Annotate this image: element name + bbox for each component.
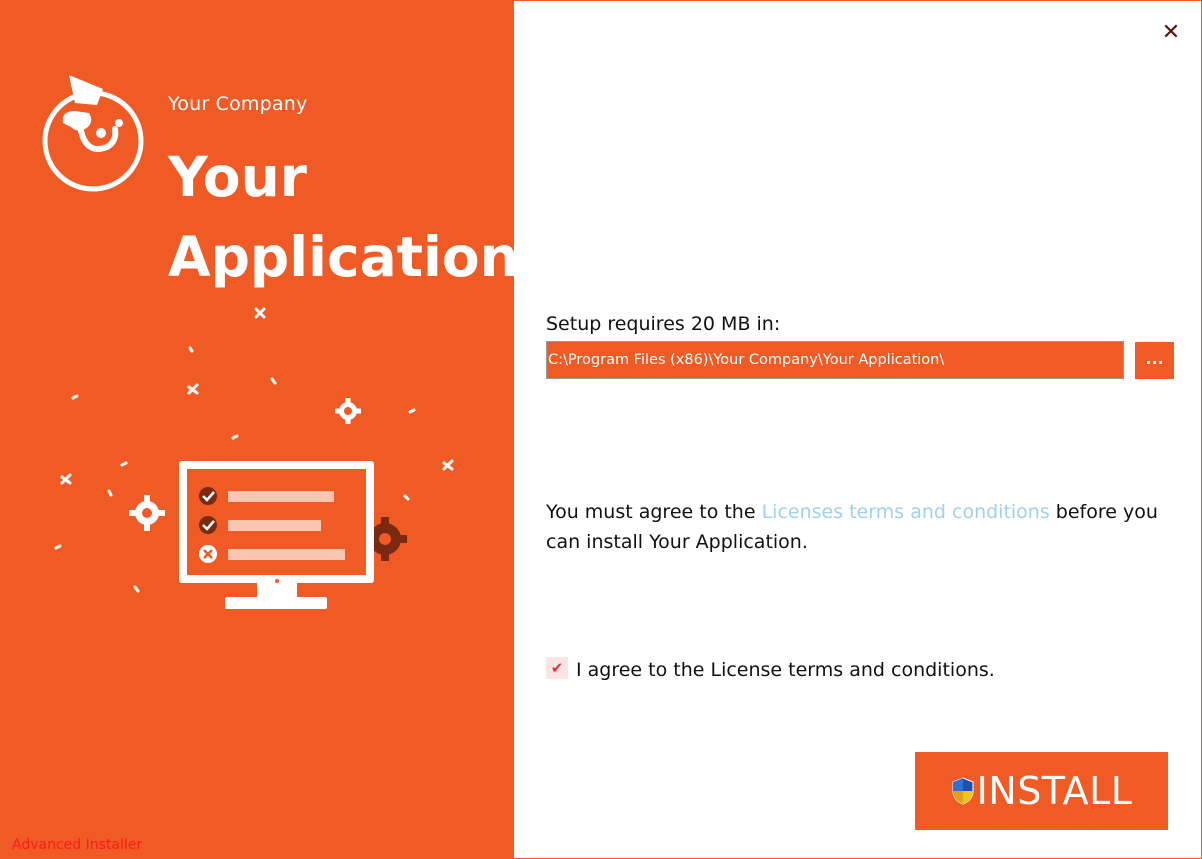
monitor-icon [179, 461, 374, 609]
disk-space-label: Setup requires 20 MB in: [546, 313, 781, 335]
uac-shield-icon [952, 777, 974, 805]
install-button[interactable]: INSTALL [915, 752, 1168, 830]
license-notice: You must agree to the Licenses terms and… [546, 497, 1186, 557]
license-notice-text-before: You must agree to the [546, 501, 762, 523]
install-button-label: INSTALL [976, 769, 1133, 813]
browse-button[interactable]: ... [1135, 342, 1174, 379]
install-path-input[interactable] [546, 341, 1124, 379]
company-logo-icon [42, 75, 144, 192]
company-name: Your Company [168, 93, 308, 115]
gear-icon [129, 495, 165, 531]
branding-panel: Your Company Your Application Advanced I… [1, 1, 514, 858]
app-title: Your Application [168, 145, 514, 289]
agree-checkbox[interactable]: ✔ [546, 657, 568, 679]
advanced-installer-brand: Advanced Installer [12, 837, 143, 853]
installer-window: Your Company Your Application Advanced I… [0, 0, 1202, 859]
agree-checkbox-label[interactable]: I agree to the License terms and conditi… [576, 657, 995, 683]
license-terms-link[interactable]: Licenses terms and conditions [762, 501, 1050, 523]
monitor-checklist-illustration [54, 307, 454, 609]
close-button[interactable]: ✕ [1157, 19, 1185, 47]
gear-icon [335, 398, 361, 424]
gear-icon [369, 517, 407, 561]
